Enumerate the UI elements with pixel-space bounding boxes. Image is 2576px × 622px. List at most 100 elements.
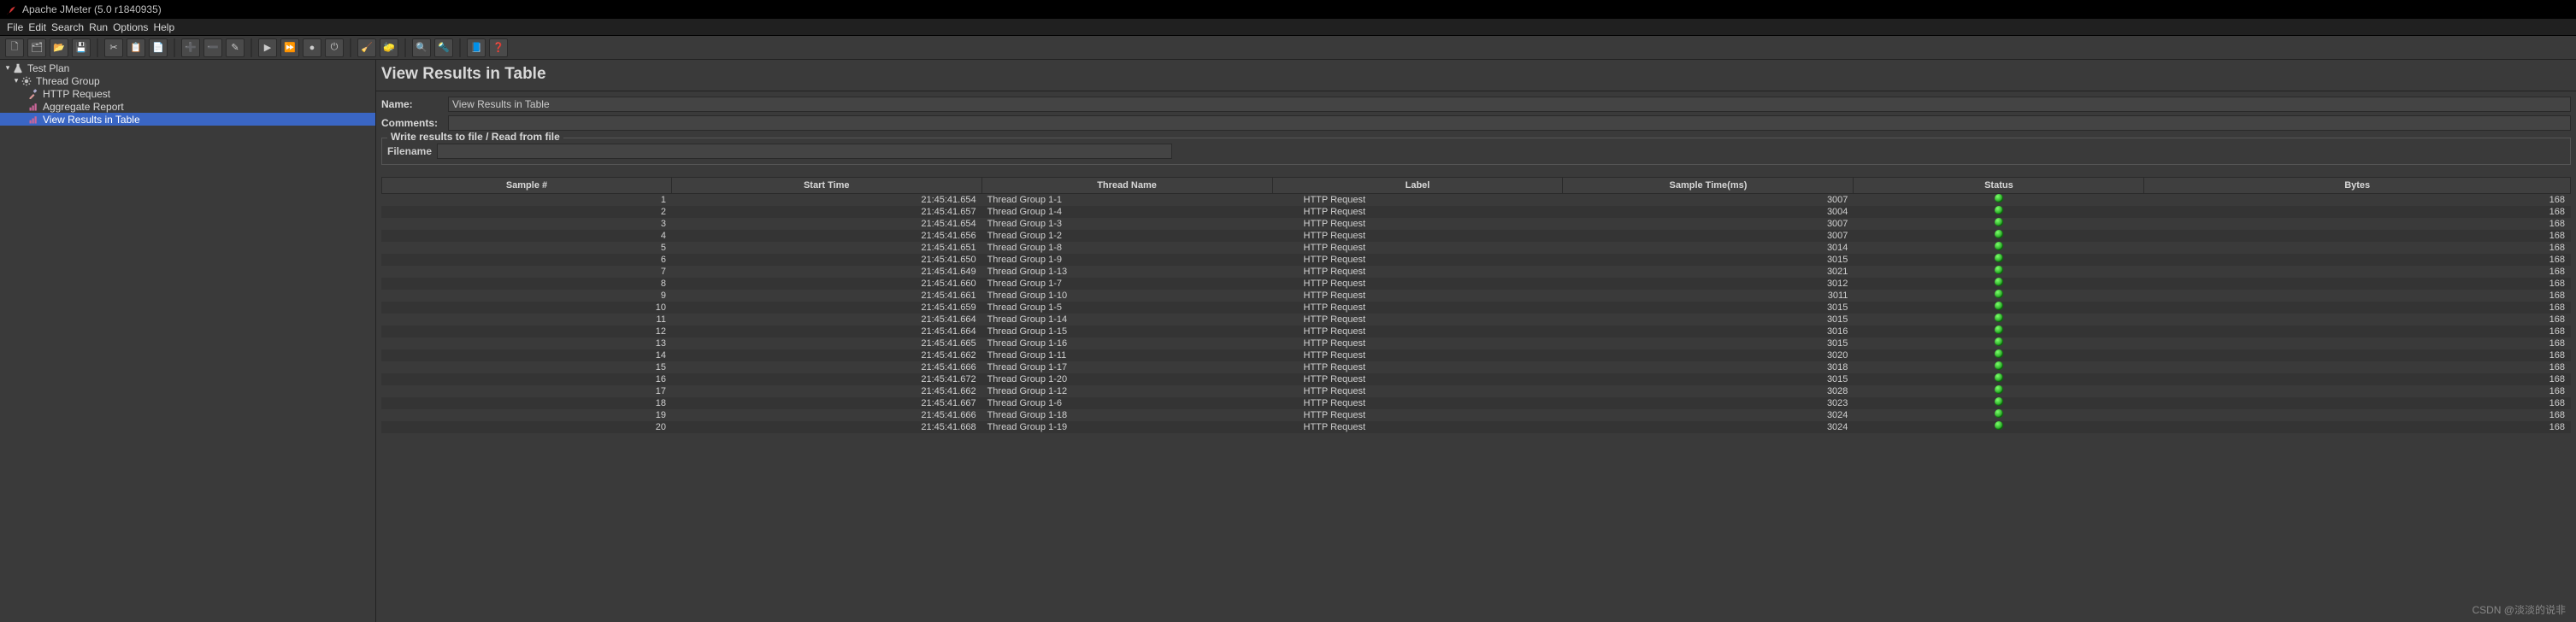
cell-start: 21:45:41.650 [672, 254, 982, 266]
tree-root[interactable]: ▾ Test Plan [0, 62, 375, 74]
cell-bytes: 168 [2144, 254, 2571, 266]
twisty-icon[interactable]: ▾ [3, 63, 12, 73]
toolbar-search-reset[interactable]: 🔦 [434, 38, 453, 57]
cell-label: HTTP Request [1273, 326, 1564, 337]
cell-status [1854, 194, 2144, 206]
cell-thread: Thread Group 1-18 [982, 409, 1273, 421]
table-row[interactable]: 321:45:41.654Thread Group 1-3HTTP Reques… [381, 218, 2571, 230]
tree-aggregate-report[interactable]: Aggregate Report [0, 100, 375, 113]
tree-thread-group[interactable]: ▾ Thread Group [0, 74, 375, 87]
comments-input[interactable] [448, 115, 2571, 131]
cell-time: 3020 [1563, 349, 1854, 361]
table-row[interactable]: 921:45:41.661Thread Group 1-10HTTP Reque… [381, 290, 2571, 302]
menu-run[interactable]: Run [89, 21, 108, 33]
cell-bytes: 168 [2144, 194, 2571, 206]
cell-bytes: 168 [2144, 385, 2571, 397]
menubar: File Edit Search Run Options Help [0, 19, 2576, 36]
toolbar-paste[interactable]: 📄 [149, 38, 168, 57]
table-row[interactable]: 621:45:41.650Thread Group 1-9HTTP Reques… [381, 254, 2571, 266]
cell-label: HTTP Request [1273, 290, 1564, 302]
table-row[interactable]: 221:45:41.657Thread Group 1-4HTTP Reques… [381, 206, 2571, 218]
cell-status [1854, 373, 2144, 385]
cell-status [1854, 349, 2144, 361]
toolbar-templates[interactable]: 🗂 [27, 38, 46, 57]
cell-thread: Thread Group 1-6 [982, 397, 1273, 409]
status-ok-icon [1995, 230, 2003, 238]
tree-view-results[interactable]: View Results in Table [0, 113, 375, 126]
cell-sample: 4 [381, 230, 672, 242]
tree-http-request[interactable]: HTTP Request [0, 87, 375, 100]
table-row[interactable]: 1821:45:41.667Thread Group 1-6HTTP Reque… [381, 397, 2571, 409]
table-row[interactable]: 1221:45:41.664Thread Group 1-15HTTP Requ… [381, 326, 2571, 337]
filename-input[interactable] [437, 144, 1172, 159]
cell-time: 3024 [1563, 409, 1854, 421]
cell-status [1854, 230, 2144, 242]
col-thread[interactable]: Thread Name [982, 177, 1273, 194]
table-row[interactable]: 121:45:41.654Thread Group 1-1HTTP Reques… [381, 194, 2571, 206]
col-start-time[interactable]: Start Time [672, 177, 982, 194]
col-sample[interactable]: Sample # [381, 177, 672, 194]
cell-time: 3015 [1563, 302, 1854, 314]
name-input[interactable] [448, 97, 2571, 112]
cell-status [1854, 266, 2144, 278]
table-row[interactable]: 1121:45:41.664Thread Group 1-14HTTP Requ… [381, 314, 2571, 326]
col-label[interactable]: Label [1273, 177, 1564, 194]
toolbar-clear-all[interactable]: 🧽 [380, 38, 398, 57]
toolbar-cut[interactable]: ✂ [104, 38, 123, 57]
menu-help[interactable]: Help [153, 21, 174, 33]
cell-sample: 10 [381, 302, 672, 314]
cell-time: 3007 [1563, 194, 1854, 206]
toolbar-shutdown[interactable]: ⏻ [325, 38, 344, 57]
toolbar-stop[interactable]: ● [303, 38, 321, 57]
graph-icon [27, 114, 39, 125]
table-row[interactable]: 1321:45:41.665Thread Group 1-16HTTP Requ… [381, 337, 2571, 349]
toolbar-copy[interactable]: 📋 [127, 38, 145, 57]
table-row[interactable]: 2021:45:41.668Thread Group 1-19HTTP Requ… [381, 421, 2571, 433]
toolbar-expand[interactable]: ➕ [181, 38, 200, 57]
cell-sample: 7 [381, 266, 672, 278]
toolbar-save[interactable]: 💾 [72, 38, 91, 57]
cell-sample: 20 [381, 421, 672, 433]
table-row[interactable]: 521:45:41.651Thread Group 1-8HTTP Reques… [381, 242, 2571, 254]
toolbar-search-tree[interactable]: 🔍 [412, 38, 431, 57]
toolbar-open[interactable]: 📂 [50, 38, 68, 57]
titlebar: Apache JMeter (5.0 r1840935) [0, 0, 2576, 19]
table-row[interactable]: 1921:45:41.666Thread Group 1-18HTTP Requ… [381, 409, 2571, 421]
table-row[interactable]: 1421:45:41.662Thread Group 1-11HTTP Requ… [381, 349, 2571, 361]
cell-bytes: 168 [2144, 421, 2571, 433]
toolbar-help[interactable]: ❓ [489, 38, 508, 57]
group-legend: Write results to file / Read from file [387, 131, 563, 143]
table-row[interactable]: 1021:45:41.659Thread Group 1-5HTTP Reque… [381, 302, 2571, 314]
toolbar-collapse[interactable]: ➖ [203, 38, 222, 57]
menu-edit[interactable]: Edit [28, 21, 46, 33]
toolbar-toggle[interactable]: ✎ [226, 38, 245, 57]
table-row[interactable]: 821:45:41.660Thread Group 1-7HTTP Reques… [381, 278, 2571, 290]
toolbar-start[interactable]: ▶ [258, 38, 277, 57]
col-status[interactable]: Status [1854, 177, 2144, 194]
toolbar-start-no-timers[interactable]: ⏩ [280, 38, 299, 57]
col-bytes[interactable]: Bytes [2144, 177, 2571, 194]
cell-thread: Thread Group 1-7 [982, 278, 1273, 290]
toolbar-new[interactable]: 🗋 [5, 38, 24, 57]
menu-search[interactable]: Search [51, 21, 84, 33]
twisty-icon[interactable]: ▾ [12, 76, 21, 85]
cell-bytes: 168 [2144, 230, 2571, 242]
table-row[interactable]: 1621:45:41.672Thread Group 1-20HTTP Requ… [381, 373, 2571, 385]
table-row[interactable]: 1721:45:41.662Thread Group 1-12HTTP Requ… [381, 385, 2571, 397]
cell-start: 21:45:41.668 [672, 421, 982, 433]
toolbar: 🗋🗂📂💾 ✂📋📄 ➕➖✎ ▶⏩●⏻ 🧹🧽 🔍🔦 📘❓ [0, 36, 2576, 60]
menu-file[interactable]: File [7, 21, 23, 33]
menu-options[interactable]: Options [113, 21, 148, 33]
cell-bytes: 168 [2144, 302, 2571, 314]
table-row[interactable]: 421:45:41.656Thread Group 1-2HTTP Reques… [381, 230, 2571, 242]
table-row[interactable]: 1521:45:41.666Thread Group 1-17HTTP Requ… [381, 361, 2571, 373]
cell-status [1854, 254, 2144, 266]
cell-start: 21:45:41.660 [672, 278, 982, 290]
cell-sample: 5 [381, 242, 672, 254]
col-time[interactable]: Sample Time(ms) [1563, 177, 1854, 194]
cell-start: 21:45:41.664 [672, 314, 982, 326]
toolbar-clear[interactable]: 🧹 [357, 38, 376, 57]
table-row[interactable]: 721:45:41.649Thread Group 1-13HTTP Reque… [381, 266, 2571, 278]
cell-thread: Thread Group 1-1 [982, 194, 1273, 206]
toolbar-fn-helper[interactable]: 📘 [467, 38, 486, 57]
